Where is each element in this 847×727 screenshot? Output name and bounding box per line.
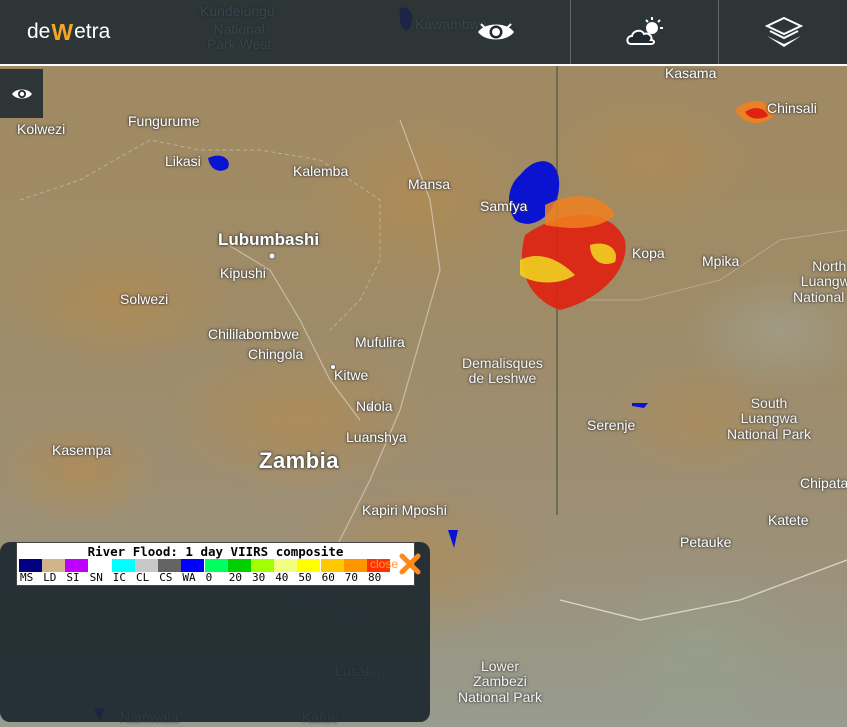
- legend-code: CL: [136, 571, 150, 584]
- cloud-sun-icon: [626, 17, 663, 45]
- place-label: Chipata: [800, 475, 847, 491]
- place-label: Chingola: [248, 346, 304, 362]
- legend-code: 50: [298, 571, 312, 584]
- place-label: Demalisques de Leshwe: [462, 355, 543, 387]
- place-label: Mansa: [408, 176, 451, 192]
- legend-close-button[interactable]: [398, 552, 422, 576]
- legend-code: IC: [112, 571, 127, 584]
- legend-code: 30: [252, 571, 266, 584]
- place-label: Kopa: [632, 245, 665, 261]
- close-icon: [399, 553, 421, 575]
- legend-code: SI: [66, 571, 80, 584]
- legend-close-label: close: [370, 557, 399, 571]
- place-label: Luanshya: [346, 429, 407, 445]
- legend-title: River Flood: 1 day VIIRS composite: [87, 544, 344, 559]
- place-label: Katete: [768, 512, 809, 528]
- place-label: Mpika: [702, 253, 740, 269]
- place-label: Lower Zambezi National Park: [458, 658, 543, 705]
- logo-text-mid: W: [51, 18, 74, 45]
- water-body: [632, 403, 648, 408]
- place-label: Kapiri Mposhi: [362, 502, 447, 518]
- legend-code: WA: [182, 571, 196, 584]
- legend-code: SN: [89, 571, 103, 584]
- place-label: Chililabombwe: [208, 326, 300, 342]
- place-label: Mufulira: [355, 334, 405, 350]
- place-label: Lubumbashi: [218, 230, 320, 249]
- layers-button[interactable]: [718, 0, 847, 64]
- app-logo[interactable]: de W etra: [27, 18, 110, 46]
- place-label: Kitwe: [334, 367, 369, 383]
- city-dot: [268, 252, 276, 260]
- place-label: Zambia: [259, 448, 340, 473]
- place-label: Kipushi: [220, 265, 266, 281]
- place-label: Samfya: [480, 198, 528, 214]
- top-toolbar: de W etra: [0, 0, 847, 66]
- legend-code: CS: [159, 571, 173, 584]
- place-label: Solwezi: [120, 291, 169, 307]
- place-label: Kolwezi: [17, 121, 66, 137]
- place-label: North Luangwa National Pa: [793, 258, 847, 305]
- place-label: South Luangwa National Park: [727, 395, 812, 442]
- place-label: Kasama: [665, 65, 717, 81]
- water-body: [448, 530, 458, 548]
- legend-code: LD: [43, 571, 57, 584]
- logo-text-left: de: [27, 20, 51, 43]
- view-toggle-button[interactable]: [422, 0, 570, 64]
- road-line: [559, 559, 847, 621]
- legend-code: MS: [20, 571, 34, 584]
- place-label: Kalemba: [293, 163, 349, 179]
- legend-code: 60: [321, 571, 335, 584]
- legend-code: 0: [205, 571, 213, 584]
- layers-icon: [764, 16, 803, 47]
- place-label: Fungurume: [128, 113, 200, 129]
- legend-code: 40: [275, 571, 289, 584]
- legend-code: 70: [344, 571, 359, 584]
- place-label: Serenje: [587, 417, 636, 433]
- logo-text-right: etra: [74, 20, 111, 43]
- place-label: Likasi: [165, 153, 201, 169]
- eye-icon: [11, 89, 32, 98]
- legend-image: River Flood: 1 day VIIRS composite MS LD S…: [16, 542, 415, 586]
- legend-code: 20: [228, 571, 243, 584]
- legend-panel: River Flood: 1 day VIIRS composite MS LD S…: [0, 542, 430, 722]
- weather-button[interactable]: [570, 0, 719, 64]
- place-label: Kasempa: [52, 442, 112, 458]
- side-view-button[interactable]: [0, 69, 43, 118]
- place-label: Petauke: [680, 534, 732, 550]
- water-body: [208, 155, 229, 171]
- legend-code: 80: [368, 571, 382, 584]
- eye-icon: [478, 23, 514, 40]
- place-label: Chinsali: [767, 100, 817, 116]
- place-label: Ndola: [356, 398, 393, 414]
